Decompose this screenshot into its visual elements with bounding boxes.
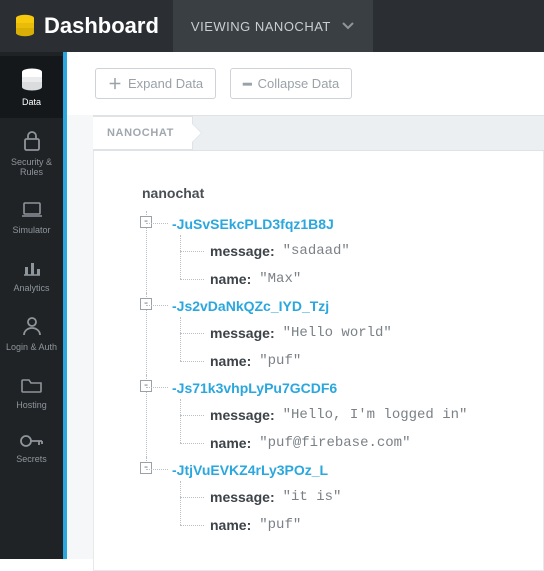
button-label: Collapse Data [258, 76, 340, 91]
database-icon [2, 68, 61, 92]
tree-field-name[interactable]: message [210, 243, 270, 259]
laptop-icon [2, 200, 61, 220]
sidebar-item-secrets[interactable]: Secrets [0, 421, 63, 475]
tree-node: --JuSvSEkcPLD3fqz1B8Jmessage:"sadaad"nam… [142, 211, 543, 293]
tree-field-name[interactable]: message [210, 489, 270, 505]
tree-node-key[interactable]: -JtjVuEVKZ4rLy3POz_L [172, 462, 328, 478]
tree-field-name[interactable]: name [210, 517, 247, 533]
tree-field-value[interactable]: "sadaad" [281, 243, 352, 259]
sidebar-item-security[interactable]: Security & Rules [0, 118, 63, 188]
main-area: ＋ Expand Data ━ Collapse Data NANOCHAT n… [67, 52, 544, 559]
sidebar-item-simulator[interactable]: Simulator [0, 188, 63, 246]
key-icon [2, 433, 61, 449]
breadcrumb-bar: NANOCHAT [93, 115, 544, 151]
sidebar-item-label: Simulator [2, 226, 61, 236]
sidebar-item-label: Secrets [2, 455, 61, 465]
sidebar-item-hosting[interactable]: Hosting [0, 363, 63, 421]
collapse-data-button[interactable]: ━ Collapse Data [230, 68, 352, 99]
viewing-label: VIEWING NANOCHAT [191, 19, 331, 34]
tree-field-value[interactable]: "puf@firebase.com" [257, 435, 412, 451]
tree-field-value[interactable]: "Max" [257, 271, 303, 287]
tree-leaf: name:"puf" [176, 511, 543, 539]
tree-field-name[interactable]: name [210, 271, 247, 287]
tree-node-children: message:"it is"name:"puf" [172, 483, 543, 539]
tree-node-children: message:"Hello world"name:"puf" [172, 319, 543, 375]
tree-field-value[interactable]: "Hello world" [281, 325, 394, 341]
sidebar-item-label: Login & Auth [2, 343, 61, 353]
chevron-down-icon [341, 21, 355, 31]
toolbar: ＋ Expand Data ━ Collapse Data [67, 52, 544, 115]
sidebar-item-label: Hosting [2, 401, 61, 411]
breadcrumb[interactable]: NANOCHAT [93, 116, 193, 150]
collapse-toggle[interactable]: - [140, 298, 152, 310]
project-switcher[interactable]: VIEWING NANOCHAT [173, 0, 373, 52]
brand-title: Dashboard [44, 13, 159, 39]
tree-leaf: message:"Hello world" [176, 319, 543, 347]
tree-node: --Js2vDaNkQZc_IYD_Tzjmessage:"Hello worl… [142, 293, 543, 375]
top-bar: Dashboard VIEWING NANOCHAT [0, 0, 544, 52]
tree-leaf: message:"sadaad" [176, 237, 543, 265]
tree-node-children: message:"sadaad"name:"Max" [172, 237, 543, 293]
collapse-toggle[interactable]: - [140, 380, 152, 392]
tree-field-value[interactable]: "puf" [257, 517, 303, 533]
tree-field-value[interactable]: "Hello, I'm logged in" [281, 407, 470, 423]
tree-node: --Js71k3vhpLyPu7GCDF6message:"Hello, I'm… [142, 375, 543, 457]
sidebar-item-analytics[interactable]: Analytics [0, 246, 63, 304]
bar-chart-icon [2, 258, 61, 278]
tree-field-name[interactable]: message [210, 407, 270, 423]
tree-field-name[interactable]: message [210, 325, 270, 341]
tree-leaf: name:"puf" [176, 347, 543, 375]
user-icon [2, 315, 61, 337]
data-tree-pane: nanochat --JuSvSEkcPLD3fqz1B8Jmessage:"s… [93, 151, 544, 571]
sidebar-item-login[interactable]: Login & Auth [0, 303, 63, 363]
tree-field-name[interactable]: name [210, 435, 247, 451]
tree-root-label[interactable]: nanochat [142, 185, 543, 201]
minus-icon: ━ [243, 77, 251, 91]
sidebar-item-label: Analytics [2, 284, 61, 294]
tree-node: --JtjVuEVKZ4rLy3POz_Lmessage:"it is"name… [142, 457, 543, 539]
lock-icon [2, 130, 61, 152]
collapse-toggle[interactable]: - [140, 216, 152, 228]
data-tree: --JuSvSEkcPLD3fqz1B8Jmessage:"sadaad"nam… [142, 211, 543, 539]
sidebar-item-label: Data [2, 98, 61, 108]
button-label: Expand Data [128, 76, 203, 91]
brand: Dashboard [0, 0, 173, 52]
tree-field-value[interactable]: "it is" [281, 489, 344, 505]
tree-node-key[interactable]: -Js71k3vhpLyPu7GCDF6 [172, 380, 337, 396]
tree-leaf: message:"Hello, I'm logged in" [176, 401, 543, 429]
tree-node-key[interactable]: -JuSvSEkcPLD3fqz1B8J [172, 216, 334, 232]
breadcrumb-label: NANOCHAT [107, 127, 174, 139]
database-icon [14, 14, 36, 38]
folder-icon [2, 375, 61, 395]
sidebar-item-data[interactable]: Data [0, 56, 63, 118]
tree-node-key[interactable]: -Js2vDaNkQZc_IYD_Tzj [172, 298, 329, 314]
tree-leaf: message:"it is" [176, 483, 543, 511]
tree-node-row: --JuSvSEkcPLD3fqz1B8J [172, 211, 543, 237]
tree-field-name[interactable]: name [210, 353, 247, 369]
sidebar: Data Security & Rules Simulator Analytic… [0, 52, 63, 559]
collapse-toggle[interactable]: - [140, 462, 152, 474]
expand-data-button[interactable]: ＋ Expand Data [95, 68, 216, 99]
tree-node-row: --JtjVuEVKZ4rLy3POz_L [172, 457, 543, 483]
sidebar-item-label: Security & Rules [2, 158, 61, 178]
plus-icon: ＋ [108, 77, 122, 91]
tree-node-children: message:"Hello, I'm logged in"name:"puf@… [172, 401, 543, 457]
tree-node-row: --Js71k3vhpLyPu7GCDF6 [172, 375, 543, 401]
tree-field-value[interactable]: "puf" [257, 353, 303, 369]
tree-leaf: name:"puf@firebase.com" [176, 429, 543, 457]
tree-leaf: name:"Max" [176, 265, 543, 293]
tree-node-row: --Js2vDaNkQZc_IYD_Tzj [172, 293, 543, 319]
